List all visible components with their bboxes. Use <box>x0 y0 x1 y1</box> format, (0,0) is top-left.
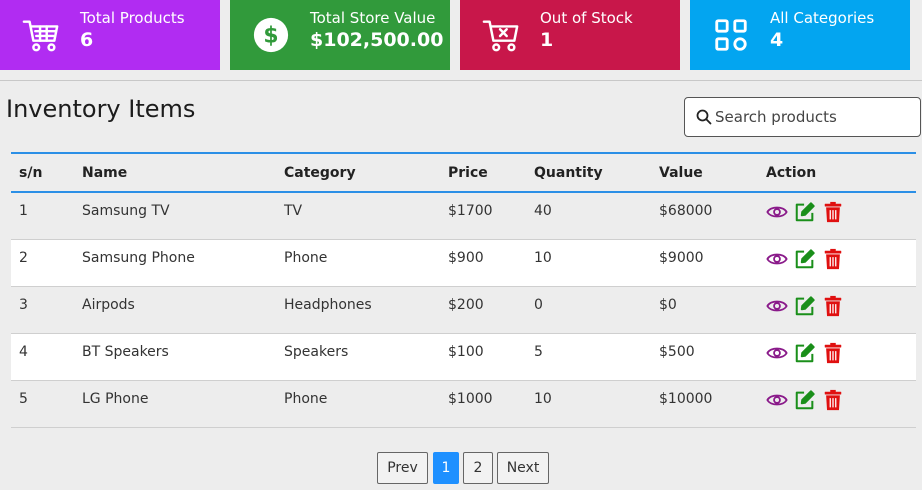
cell-name: LG Phone <box>82 390 149 407</box>
eye-icon[interactable] <box>766 389 788 411</box>
table-row: 1 Samsung TV TV $1700 40 $68000 <box>11 192 916 239</box>
trash-icon[interactable] <box>822 389 844 411</box>
column-header-name: Name <box>82 164 128 181</box>
eye-icon[interactable] <box>766 295 788 317</box>
edit-icon[interactable] <box>794 201 816 223</box>
cell-sn: 5 <box>19 390 28 407</box>
search-input[interactable] <box>715 104 911 130</box>
trash-icon[interactable] <box>822 342 844 364</box>
cell-price: $100 <box>448 343 484 360</box>
column-header-action: Action <box>766 164 817 181</box>
cell-sn: 2 <box>19 249 28 266</box>
card-value: 4 <box>770 29 784 51</box>
cell-quantity: 10 <box>534 249 552 266</box>
total-products-card: Total Products 6 <box>0 0 220 70</box>
cell-value: $9000 <box>659 249 704 266</box>
cell-value: $10000 <box>659 390 713 407</box>
trash-icon[interactable] <box>822 201 844 223</box>
cell-value: $500 <box>659 343 695 360</box>
table-row: 2 Samsung Phone Phone $900 10 $9000 <box>11 239 916 286</box>
cell-price: $1700 <box>448 203 493 219</box>
card-label: Out of Stock <box>540 9 633 27</box>
cell-price: $900 <box>448 249 484 266</box>
trash-icon[interactable] <box>822 248 844 270</box>
cell-actions <box>758 239 916 286</box>
table-row: 5 LG Phone Phone $1000 10 $10000 <box>11 380 916 427</box>
edit-icon[interactable] <box>794 389 816 411</box>
card-value: 1 <box>540 29 554 51</box>
cell-category: TV <box>284 203 303 219</box>
cell-sn: 1 <box>19 203 28 219</box>
cell-price: $1000 <box>448 390 493 407</box>
eye-icon[interactable] <box>766 248 788 270</box>
cell-quantity: 40 <box>534 203 552 219</box>
cell-name: Samsung Phone <box>82 249 195 266</box>
cart-icon <box>22 20 59 52</box>
out-of-stock-card: Out of Stock 1 <box>460 0 680 70</box>
cart-x-icon <box>482 20 519 52</box>
card-label: Total Store Value <box>310 9 436 27</box>
card-label: Total Products <box>80 9 185 27</box>
cell-value: $0 <box>659 296 677 313</box>
cell-name: Airpods <box>82 296 135 313</box>
page-title: Inventory Items <box>6 95 196 123</box>
svg-text:$: $ <box>263 24 278 49</box>
cell-category: Headphones <box>284 296 372 313</box>
total-store-value-card: $ Total Store Value $102,500.00 <box>230 0 450 70</box>
cell-name: Samsung TV <box>82 203 170 219</box>
column-header-category: Category <box>284 164 356 181</box>
cell-category: Speakers <box>284 343 349 360</box>
edit-icon[interactable] <box>794 295 816 317</box>
column-header-value: Value <box>659 164 703 181</box>
summary-cards: Total Products 6 $ Total Store Value $10… <box>0 0 922 70</box>
cell-category: Phone <box>284 249 328 266</box>
column-header-price: Price <box>448 164 488 181</box>
cell-quantity: 10 <box>534 390 552 407</box>
table-row: 4 BT Speakers Speakers $100 5 $500 <box>11 333 916 380</box>
cell-actions <box>758 380 916 427</box>
cell-actions <box>758 333 916 380</box>
cell-name: BT Speakers <box>82 343 169 360</box>
cell-value: $68000 <box>659 203 713 219</box>
search-icon <box>696 109 712 125</box>
column-header-sn: s/n <box>19 164 43 181</box>
dollar-icon: $ <box>253 17 289 53</box>
cell-quantity: 5 <box>534 343 543 360</box>
cell-sn: 4 <box>19 343 28 360</box>
eye-icon[interactable] <box>766 201 788 223</box>
eye-icon[interactable] <box>766 342 788 364</box>
card-value: $102,500.00 <box>310 29 444 51</box>
edit-icon[interactable] <box>794 248 816 270</box>
all-categories-card: All Categories 4 <box>690 0 910 70</box>
trash-icon[interactable] <box>822 295 844 317</box>
card-value: 6 <box>80 29 94 51</box>
cell-sn: 3 <box>19 296 28 313</box>
categories-icon <box>715 19 747 51</box>
cell-quantity: 0 <box>534 296 543 313</box>
next-button[interactable]: Next <box>497 452 549 484</box>
inventory-table: s/n Name Category Price Quantity Value A… <box>11 152 916 428</box>
table-header: s/n Name Category Price Quantity Value A… <box>11 153 916 192</box>
cell-actions <box>758 192 916 239</box>
divider <box>0 80 922 81</box>
column-header-quantity: Quantity <box>534 164 603 181</box>
card-label: All Categories <box>770 9 875 27</box>
page-button-1[interactable]: 1 <box>433 452 459 484</box>
cell-category: Phone <box>284 390 328 407</box>
cell-price: $200 <box>448 296 484 313</box>
prev-button[interactable]: Prev <box>377 452 428 484</box>
page-button-2[interactable]: 2 <box>463 452 493 484</box>
search-box[interactable] <box>684 97 921 137</box>
cell-actions <box>758 286 916 333</box>
edit-icon[interactable] <box>794 342 816 364</box>
table-row: 3 Airpods Headphones $200 0 $0 <box>11 286 916 333</box>
